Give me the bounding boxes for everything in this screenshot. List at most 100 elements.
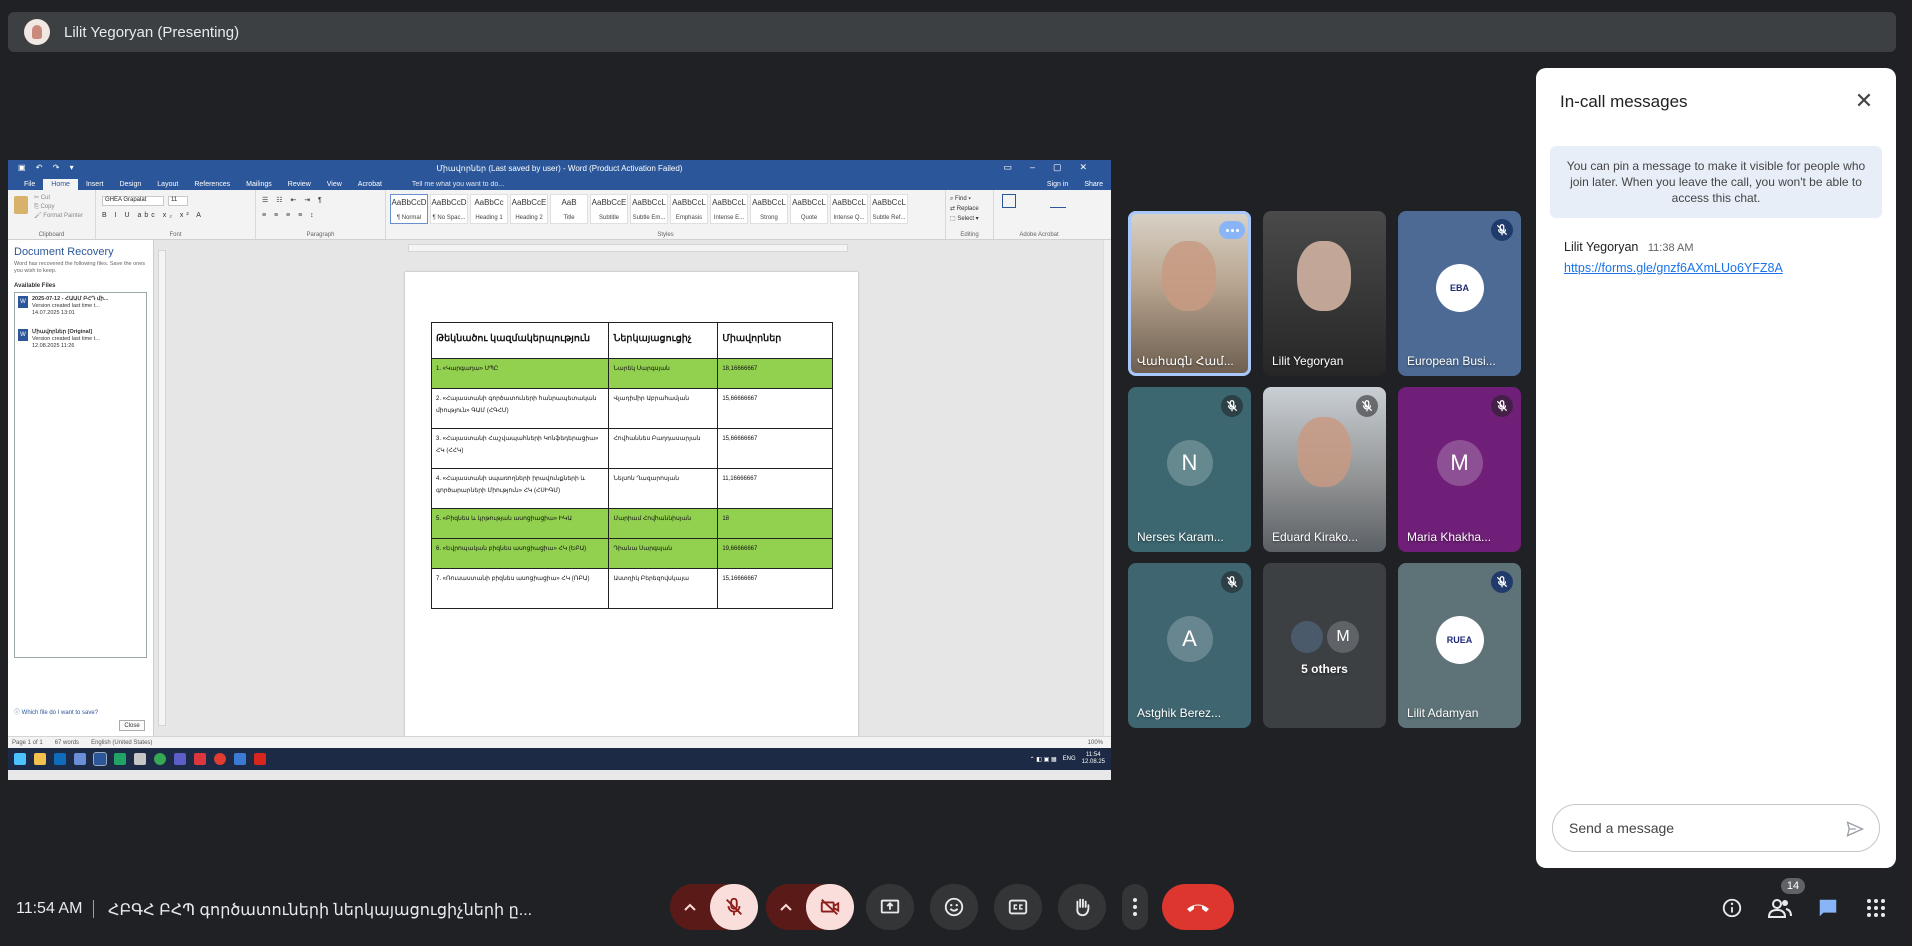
style-item[interactable]: AaB Title <box>550 194 588 224</box>
shared-screen[interactable]: ▣ ↶ ↷ ▾ Միավորներ (Last saved by user) -… <box>8 160 1111 780</box>
tab-view[interactable]: View <box>319 179 350 190</box>
start-icon[interactable] <box>14 753 26 765</box>
tray-language[interactable]: ENG <box>1063 756 1076 762</box>
camera-options-chevron-icon[interactable] <box>766 902 806 912</box>
tab-home[interactable]: Home <box>43 179 78 190</box>
style-item[interactable]: AaBbCcD ¶ No Spac... <box>430 194 468 224</box>
paint-icon[interactable] <box>134 753 146 765</box>
cell-organization[interactable]: 6. «Եվրոպական բիզնես ասոցիացիա» ՀԿ (ԵԲԱ) <box>430 538 610 569</box>
font-name-box[interactable]: GHEA Grapalat <box>102 196 164 206</box>
cell-representative[interactable]: Նարեկ Սարգսյան <box>608 358 719 389</box>
mic-options-chevron-icon[interactable] <box>670 902 710 912</box>
file-explorer-icon[interactable] <box>34 753 46 765</box>
camera-off-button[interactable] <box>806 884 854 930</box>
word-app-icon[interactable] <box>93 752 107 766</box>
present-screen-button[interactable] <box>866 884 914 930</box>
participant-tile[interactable]: RUEA Lilit Adamyan <box>1398 563 1521 728</box>
tab-review[interactable]: Review <box>280 179 319 190</box>
recovery-close-button[interactable]: Close <box>119 720 145 731</box>
cell-representative[interactable]: Նելսոն Ղազարոսյան <box>608 468 719 509</box>
align-buttons[interactable]: ≡ ≡ ≡ ≡ ↕ <box>262 212 317 219</box>
send-icon[interactable] <box>1845 819 1865 839</box>
style-item[interactable]: AaBbCcL Emphasis <box>670 194 708 224</box>
cell-score[interactable]: 15,16666667 <box>717 568 833 609</box>
participant-tile[interactable]: Lilit Yegoryan <box>1263 211 1386 376</box>
document-scrollbar[interactable] <box>1103 240 1111 736</box>
status-zoom[interactable]: 100% <box>1088 740 1103 746</box>
tab-acrobat[interactable]: Acrobat <box>350 179 390 190</box>
recovery-help-link[interactable]: ⓘ Which file do I want to save? <box>14 707 98 716</box>
cell-representative[interactable]: Վլադիմիր Աբրահամյան <box>608 388 719 429</box>
tray-icons[interactable]: ⌃ ◧ ▣ ▦ <box>1030 756 1057 763</box>
style-item[interactable]: AaBbCcL Strong <box>750 194 788 224</box>
cell-representative[interactable]: Հովհաննես Բաղդասարյան <box>608 428 719 469</box>
more-options-button[interactable] <box>1122 884 1148 930</box>
style-item[interactable]: AaBbCcE Heading 2 <box>510 194 548 224</box>
cell-score[interactable]: 11,16666667 <box>717 468 833 509</box>
cell-score[interactable]: 19,66666667 <box>717 538 833 569</box>
signature-icon[interactable] <box>1050 194 1066 208</box>
list-buttons[interactable]: ☰ ☷ ⇤ ⇥ ¶ <box>262 196 325 204</box>
tray-clock[interactable]: 11:54 12.08.25 <box>1082 752 1105 766</box>
style-item[interactable]: AaBbCcL Intense Q... <box>830 194 868 224</box>
raise-hand-button[interactable] <box>1058 884 1106 930</box>
chat-message-link[interactable]: https://forms.gle/gnzf6AXmLUo6YFZ8A <box>1564 261 1783 275</box>
app2-icon[interactable] <box>234 753 246 765</box>
cell-score[interactable]: 15,66666667 <box>717 388 833 429</box>
captions-button[interactable] <box>994 884 1042 930</box>
cell-representative[interactable]: Դիանա Սարգսյան <box>608 538 719 569</box>
editing-actions[interactable]: ⌕ Find ▾ ⇄ Replace ⬚ Select ▾ <box>950 194 979 224</box>
participant-tile[interactable]: M Maria Khakha... <box>1398 387 1521 552</box>
style-item[interactable]: AaBbCcE Subtitle <box>590 194 628 224</box>
cell-organization[interactable]: 5. «Բիզնես և կրթության ասոցիացիա» ԻԿԱ <box>430 508 610 539</box>
anydesk-icon[interactable] <box>194 753 206 765</box>
close-icon[interactable]: ✕ <box>1852 90 1876 114</box>
emoji-reaction-button[interactable] <box>930 884 978 930</box>
paste-icon[interactable] <box>14 196 28 214</box>
cell-representative[interactable]: Մարիամ Հովհաննիսյան <box>608 508 719 539</box>
people-button[interactable] <box>1768 896 1792 920</box>
cell-score[interactable]: 18,16666667 <box>717 358 833 389</box>
recorder-icon[interactable] <box>214 753 226 765</box>
tab-layout[interactable]: Layout <box>149 179 186 190</box>
participant-tile[interactable]: N Nerses Karam... <box>1128 387 1251 552</box>
tab-mailings[interactable]: Mailings <box>238 179 280 190</box>
participant-tile[interactable]: Eduard Kirako... <box>1263 387 1386 552</box>
cell-organization[interactable]: 1. «Կարգադա» ՍՊԸ <box>430 358 610 389</box>
tab-design[interactable]: Design <box>111 179 149 190</box>
style-item[interactable]: AaBbCc Heading 1 <box>470 194 508 224</box>
sign-in-link[interactable]: Sign in <box>1039 179 1076 190</box>
document-page[interactable]: Թեկնածու կազմակերպություն Ներկայացուցիչ … <box>405 272 858 736</box>
tab-references[interactable]: References <box>186 179 238 190</box>
acrobat-icon[interactable] <box>254 753 266 765</box>
tell-me-box[interactable]: Tell me what you want to do... <box>404 179 512 190</box>
chat-button[interactable] <box>1816 896 1840 920</box>
excel-icon[interactable] <box>114 753 126 765</box>
chrome-icon[interactable] <box>154 753 166 765</box>
activities-button[interactable] <box>1864 896 1888 920</box>
participant-tile[interactable]: A Astghik Berez... <box>1128 563 1251 728</box>
participant-tile[interactable]: EBA European Busi... <box>1398 211 1521 376</box>
cell-organization[interactable]: 2. «Հայաստանի գործատուների հանրապետական … <box>430 388 610 429</box>
cell-representative[interactable]: Աստղիկ Բերեզովսկայա <box>608 568 719 609</box>
style-item[interactable]: AaBbCcL Subtle Em... <box>630 194 668 224</box>
recovery-file-item[interactable]: W 2025-07-12 - ՀԱԱՄ ԲՀԴ մի... Version cr… <box>18 296 143 317</box>
meeting-info-button[interactable] <box>1720 896 1744 920</box>
styles-gallery[interactable]: AaBbCcD ¶ Normal AaBbCcD ¶ No Spac... AaBbCc… <box>386 190 945 224</box>
style-item[interactable]: AaBbCcL Intense E... <box>710 194 748 224</box>
chat-message-input[interactable]: Send a message <box>1552 804 1880 852</box>
participant-tile[interactable]: M 5 others <box>1263 563 1386 728</box>
teams-icon[interactable] <box>174 753 186 765</box>
participant-tile[interactable]: Վահագն Համ... <box>1128 211 1251 376</box>
style-item[interactable]: AaBbCcL Subtle Ref... <box>870 194 908 224</box>
create-pdf-icon[interactable] <box>1002 194 1016 208</box>
cell-organization[interactable]: 4. «Հայաստանի սպառողների իրավունքների և … <box>430 468 610 509</box>
tab-file[interactable]: File <box>16 179 43 190</box>
font-format-buttons[interactable]: B I U abc x₂ x² A <box>102 212 204 219</box>
mic-off-button[interactable] <box>710 884 758 930</box>
cell-organization[interactable]: 7. «Ռուսաստանի բիզնես ասոցիացիա» ՀԿ (ՌԲԱ… <box>430 568 610 609</box>
leave-call-button[interactable] <box>1162 884 1234 930</box>
font-size-box[interactable]: 11 <box>168 196 188 206</box>
style-item[interactable]: AaBbCcD ¶ Normal <box>390 194 428 224</box>
more-options-icon[interactable] <box>1219 221 1245 239</box>
